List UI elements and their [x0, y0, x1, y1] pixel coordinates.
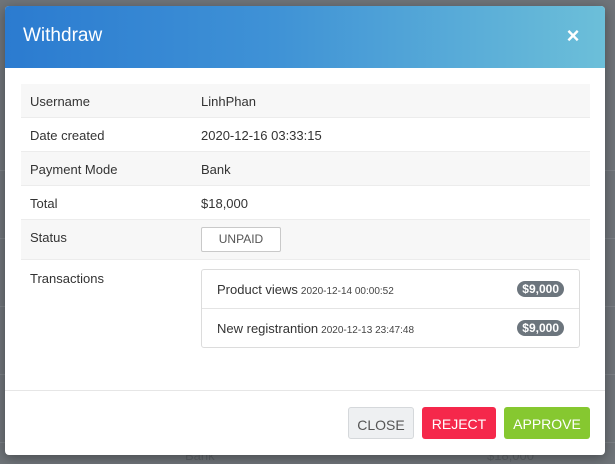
transactions-label: Transactions — [30, 271, 104, 286]
detail-row-total: Total $18,000 — [21, 186, 590, 220]
approve-button[interactable]: APPROVE — [504, 407, 590, 439]
detail-row-username: Username LinhPhan — [21, 84, 590, 118]
detail-row-transactions: Transactions Product views 2020-12-14 00:… — [21, 260, 590, 360]
modal-header: Withdraw × — [5, 6, 605, 68]
close-icon[interactable]: × — [559, 20, 587, 52]
status-label: Status — [30, 230, 67, 245]
date-created-label: Date created — [30, 128, 105, 143]
transaction-amount-badge: $9,000 — [517, 281, 564, 297]
close-button[interactable]: CLOSE — [348, 407, 414, 439]
username-label: Username — [30, 94, 90, 109]
date-created-value: 2020-12-16 03:33:15 — [201, 128, 322, 143]
payment-mode-label: Payment Mode — [30, 162, 118, 177]
status-badge: UNPAID — [201, 227, 281, 252]
transaction-amount-badge: $9,000 — [517, 320, 564, 336]
transaction-name: New registrantion 2020-12-13 23:47:48 — [217, 321, 414, 336]
detail-row-status: Status UNPAID — [21, 220, 590, 260]
transaction-title: New registrantion — [217, 321, 319, 336]
payment-mode-value: Bank — [201, 162, 231, 177]
total-value: $18,000 — [201, 196, 248, 211]
username-value: LinhPhan — [201, 94, 256, 109]
reject-button[interactable]: REJECT — [422, 407, 496, 439]
transaction-date: 2020-12-14 00:00:52 — [300, 286, 394, 297]
modal-title: Withdraw — [23, 25, 103, 46]
list-item: New registrantion 2020-12-13 23:47:48 $9,… — [202, 309, 579, 347]
transaction-title: Product views — [217, 282, 298, 297]
footer-divider — [5, 390, 605, 391]
detail-row-date-created: Date created 2020-12-16 03:33:15 — [21, 118, 590, 152]
withdraw-modal: Withdraw × Username LinhPhan Date create… — [5, 6, 605, 455]
transactions-list: Product views 2020-12-14 00:00:52 $9,000 … — [201, 269, 580, 348]
transaction-date: 2020-12-13 23:47:48 — [321, 325, 415, 336]
total-label: Total — [30, 196, 58, 211]
withdraw-details-table: Username LinhPhan Date created 2020-12-1… — [21, 84, 590, 360]
transaction-name: Product views 2020-12-14 00:00:52 — [217, 282, 394, 297]
list-item: Product views 2020-12-14 00:00:52 $9,000 — [202, 270, 579, 309]
detail-row-payment-mode: Payment Mode Bank — [21, 152, 590, 186]
